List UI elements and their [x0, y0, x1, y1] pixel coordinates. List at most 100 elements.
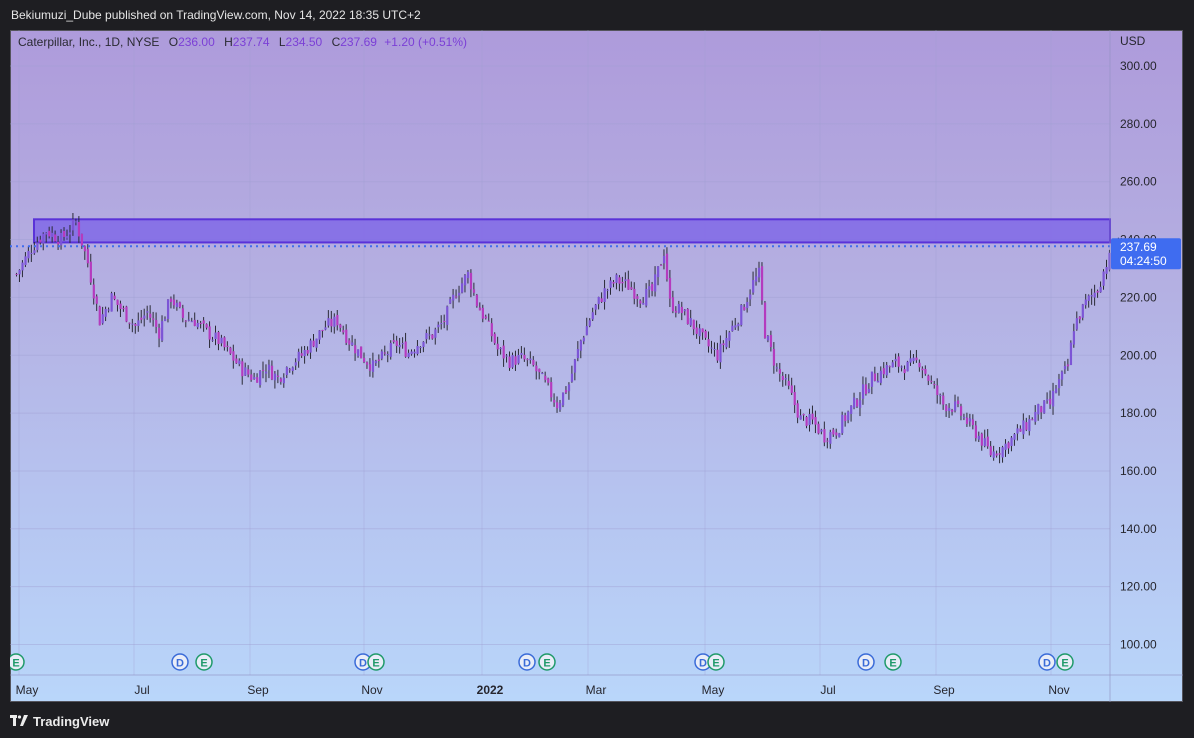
time-tick-label: May	[16, 683, 39, 697]
candle-body	[107, 309, 110, 311]
candle-body	[443, 320, 446, 323]
time-tick-label: Nov	[361, 683, 382, 697]
candle-body	[677, 304, 681, 313]
candle-body	[1096, 290, 1099, 293]
publish-info-text: Bekiumuzi_Dube published on TradingView.…	[11, 8, 421, 22]
price-axis[interactable]: 300.00280.00260.00240.00220.00200.00180.…	[1120, 59, 1157, 652]
candle-body	[401, 343, 404, 345]
candle-body	[954, 401, 957, 411]
earnings-marker-icon[interactable]: E	[367, 653, 385, 671]
candle-body	[683, 309, 686, 312]
candle-body	[128, 322, 131, 324]
candle-body	[591, 312, 594, 320]
candle-body	[1078, 316, 1081, 320]
candle-body	[612, 282, 615, 284]
candle-body	[1046, 399, 1049, 401]
candle-body	[449, 299, 452, 304]
price-tick-label: 200.00	[1120, 348, 1157, 362]
candle-body	[365, 362, 369, 365]
change-value: +1.20 (+0.51%)	[384, 35, 468, 49]
earnings-marker-icon[interactable]: E	[707, 653, 725, 671]
candle-body	[481, 307, 484, 319]
candle-body	[841, 414, 844, 434]
close-value: 237.69	[340, 35, 377, 49]
candle-body	[458, 292, 461, 296]
marker-letter: E	[1061, 658, 1068, 670]
candle-body	[214, 332, 217, 339]
candle-body	[668, 277, 672, 299]
candle-body	[817, 423, 820, 434]
candlestick-chart[interactable]: 300.00280.00260.00240.00220.00200.00180.…	[10, 30, 1183, 702]
candle-body	[250, 374, 253, 380]
candle-body	[1031, 419, 1034, 421]
earnings-marker-icon[interactable]: E	[10, 653, 25, 671]
candle-body	[1072, 331, 1076, 345]
candle-body	[564, 389, 568, 393]
candle-body	[425, 332, 428, 340]
candle-body	[864, 384, 868, 394]
candle-body	[752, 279, 755, 293]
candle-body	[493, 333, 496, 344]
event-markers: EDEDEDEDEDEDE	[10, 653, 1074, 671]
high-label: H	[224, 35, 233, 49]
earnings-marker-icon[interactable]: E	[884, 653, 902, 671]
candle-body	[89, 261, 92, 283]
candle-body	[974, 425, 978, 439]
tradingview-footer[interactable]: TradingView	[10, 712, 109, 730]
candle-body	[704, 330, 707, 338]
candle-body	[175, 302, 179, 308]
candle-body	[980, 433, 983, 446]
candle-body	[995, 453, 998, 456]
earnings-marker-icon[interactable]: E	[538, 653, 556, 671]
earnings-marker-icon[interactable]: E	[1056, 653, 1074, 671]
candle-body	[1010, 437, 1013, 446]
time-tick-label: Jul	[134, 683, 149, 697]
candle-body	[576, 349, 580, 359]
candle-body	[149, 313, 152, 318]
candle-body	[270, 365, 274, 380]
resistance-zone[interactable]	[33, 218, 1111, 244]
candle-body	[885, 364, 888, 376]
candle-body	[152, 318, 155, 320]
candle-body	[238, 360, 241, 365]
dividend-marker-icon[interactable]: D	[1038, 653, 1056, 671]
candle-body	[838, 433, 841, 438]
candle-body	[538, 368, 541, 373]
candle-body	[793, 392, 796, 406]
candle-body	[431, 334, 434, 339]
candle-body	[600, 298, 603, 302]
high-value: 237.74	[232, 35, 270, 49]
candle-body	[826, 440, 829, 442]
time-axis[interactable]: May Jul Sep Nov 2022 Mar May Jul Sep Nov	[16, 683, 1070, 697]
dividend-marker-icon[interactable]: D	[518, 653, 536, 671]
candle-body	[894, 359, 897, 362]
candle-body	[339, 324, 342, 328]
candle-body	[190, 321, 193, 323]
candle-body	[74, 221, 78, 223]
candle-body	[1019, 428, 1022, 432]
dividend-marker-icon[interactable]: D	[857, 653, 875, 671]
earnings-marker-icon[interactable]: E	[195, 653, 213, 671]
candle-body	[377, 359, 381, 361]
candle-body	[858, 400, 862, 408]
candle-body	[897, 356, 900, 367]
price-tick-label: 260.00	[1120, 175, 1157, 189]
candle-body	[912, 357, 915, 362]
candle-body	[196, 322, 199, 328]
candle-body	[440, 323, 443, 325]
candle-body	[654, 274, 657, 292]
candle-body	[657, 266, 660, 278]
candle-body	[579, 340, 582, 351]
candle-body	[1055, 388, 1058, 393]
candle-body	[814, 417, 817, 425]
candle-body	[360, 346, 363, 359]
candle-body	[1081, 304, 1084, 318]
candle-body	[909, 358, 912, 363]
candle-body	[146, 311, 149, 313]
candle-body	[466, 271, 470, 279]
dividend-marker-icon[interactable]: D	[171, 653, 189, 671]
candle-body	[514, 356, 517, 365]
candle-body	[1016, 428, 1019, 434]
candle-body	[951, 409, 954, 412]
candle-body	[297, 351, 300, 362]
